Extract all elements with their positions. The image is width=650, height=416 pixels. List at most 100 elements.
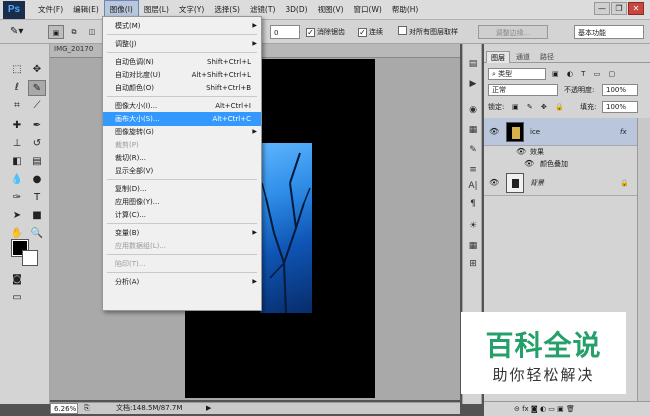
layers-tabs: 图层 通道 路径	[484, 49, 650, 63]
image-menu-item[interactable]: 变量(B) ▶	[103, 226, 261, 240]
blur-tool-icon[interactable]: 💧	[8, 172, 26, 188]
shape-tool-icon[interactable]: ■	[28, 208, 46, 224]
move-tool-icon[interactable]: ✥	[28, 62, 46, 78]
new-selection-icon[interactable]: ▣	[48, 25, 64, 39]
menu-3d[interactable]: 3D(D)	[280, 0, 312, 20]
status-arrow-icon[interactable]: ▶	[206, 403, 211, 414]
layer-name[interactable]: ice	[530, 126, 540, 138]
close-button[interactable]: ✕	[628, 2, 644, 15]
image-menu-item[interactable]: 显示全部(V)	[103, 164, 261, 178]
menu-item-shortcut: Shift+Ctrl+B	[206, 84, 251, 92]
eyedropper-tool-icon[interactable]: ⟋	[28, 98, 46, 114]
opacity-input[interactable]: 100%	[602, 84, 638, 96]
quick-select-tool-icon[interactable]: ✎▾	[10, 25, 23, 39]
brush-tool-icon[interactable]: ✒	[28, 118, 46, 134]
add-selection-icon[interactable]: ⧉	[66, 25, 82, 39]
blend-mode-select[interactable]: 正常	[488, 84, 558, 96]
layers-footer[interactable]: ⊝ fx ◙ ◐ ▭ ▣ 🗑	[484, 401, 650, 415]
effects-eye-icon[interactable]: 👁	[516, 147, 526, 156]
image-menu-item[interactable]: 计算(C)...	[103, 208, 261, 222]
lasso-tool-icon[interactable]: ℓ	[8, 80, 26, 96]
status-export-icon[interactable]: ⎘	[84, 403, 90, 414]
fx-icon[interactable]: fx	[620, 126, 627, 138]
lock-label: 锁定:	[488, 103, 505, 111]
screen-mode-icon[interactable]: ▭	[8, 290, 26, 306]
visibility-eye-icon[interactable]: 👁	[489, 178, 499, 187]
eraser-tool-icon[interactable]: ◧	[8, 154, 26, 170]
tab-layers[interactable]: 图层	[486, 51, 510, 63]
sample-all-checkbox[interactable]: 对所有图层取样	[398, 25, 458, 39]
image-menu-item[interactable]: 分析(A) ▶	[103, 275, 261, 289]
image-menu-item[interactable]: 自动色调(N) Shift+Ctrl+L	[103, 55, 261, 69]
menu-help[interactable]: 帮助(H)	[387, 0, 424, 20]
quick-mask-icon[interactable]: ◙	[8, 272, 26, 288]
image-menu-item[interactable]: 模式(M) ▶	[103, 19, 261, 33]
antialias-checkbox[interactable]: ✓ 消除锯齿	[306, 25, 345, 39]
subtract-selection-icon[interactable]: ◫	[84, 25, 100, 39]
lock-icons[interactable]: ▣ ✎ ✥ 🔒	[512, 101, 567, 113]
crop-tool-icon[interactable]: ⌗	[8, 98, 26, 114]
image-menu-item[interactable]: 自动颜色(O) Shift+Ctrl+B	[103, 81, 261, 95]
image-menu-item[interactable]: 画布大小(S)... Alt+Ctrl+C	[103, 112, 261, 126]
tolerance-input[interactable]: 0	[270, 25, 300, 39]
brush-panel-icon[interactable]: ✎	[466, 144, 480, 157]
navigator-panel-icon[interactable]: ⊞	[466, 258, 480, 271]
pen-tool-icon[interactable]: ✑	[8, 190, 26, 206]
color-overlay-eye-icon[interactable]: 👁	[524, 159, 534, 168]
layer-row-background[interactable]: 👁 背景 🔒	[484, 170, 637, 196]
filter-type-icons[interactable]: ▣ ◐ T ▭ ▢	[552, 68, 618, 80]
watermark: 百科全说 助你轻松解决	[461, 312, 626, 394]
gradient-tool-icon[interactable]: ▤	[28, 154, 46, 170]
image-menu-item[interactable]: 裁切(R)...	[103, 151, 261, 165]
history-panel-icon[interactable]: ▤	[466, 58, 480, 71]
path-select-icon[interactable]: ➤	[8, 208, 26, 224]
visibility-eye-icon[interactable]: 👁	[489, 127, 499, 136]
image-menu-item[interactable]: 调整(J) ▶	[103, 37, 261, 51]
type-tool-icon[interactable]: T	[28, 190, 46, 206]
quick-select-tool-icon[interactable]: ✎	[28, 80, 46, 96]
image-menu-item[interactable]: 自动对比度(U) Alt+Shift+Ctrl+L	[103, 68, 261, 82]
stamp-tool-icon[interactable]: ⊥	[8, 136, 26, 152]
menu-file[interactable]: 文件(F)	[33, 0, 68, 20]
healing-tool-icon[interactable]: ✚	[8, 118, 26, 134]
info-panel-icon[interactable]: ▦	[466, 240, 480, 253]
workspace-select[interactable]: 基本功能	[574, 25, 644, 39]
color-overlay-row[interactable]: 👁 颜色叠加	[484, 158, 637, 170]
image-menu-item[interactable]: 图像大小(I)... Alt+Ctrl+I	[103, 99, 261, 113]
image-menu-item[interactable]: 复制(D)...	[103, 182, 261, 196]
image-menu-item[interactable]: 应用图像(Y)...	[103, 195, 261, 209]
layer-filter-select[interactable]: ⌕ 类型	[488, 68, 546, 80]
tab-paths[interactable]: 路径	[536, 51, 558, 63]
menu-separator	[107, 179, 257, 180]
character-panel-icon[interactable]: A|	[466, 180, 480, 193]
zoom-field[interactable]: 6.26%	[50, 403, 78, 414]
menu-edit[interactable]: 编辑(E)	[68, 0, 104, 20]
menu-view[interactable]: 视图(V)	[313, 0, 349, 20]
image-menu-item[interactable]: 图像旋转(G) ▶	[103, 125, 261, 139]
background-color-swatch[interactable]	[22, 250, 38, 266]
menu-window[interactable]: 窗口(W)	[349, 0, 387, 20]
refine-edge-button[interactable]: 调整边缘...	[478, 25, 548, 39]
dodge-tool-icon[interactable]: ●	[28, 172, 46, 188]
swatches-panel-icon[interactable]: ▦	[466, 124, 480, 137]
layers-scrollbar[interactable]	[637, 118, 650, 408]
contiguous-checkbox[interactable]: ✓ 连续	[358, 25, 383, 39]
history-brush-icon[interactable]: ↺	[28, 136, 46, 152]
color-panel-icon[interactable]: ◉	[466, 104, 480, 117]
tab-channels[interactable]: 通道	[512, 51, 534, 63]
effects-row[interactable]: 👁 效果	[484, 146, 637, 158]
styles-panel-icon[interactable]: ☀	[466, 220, 480, 233]
actions-panel-icon[interactable]: ▶	[466, 78, 480, 91]
minimize-button[interactable]: —	[594, 2, 610, 15]
adjustments-panel-icon[interactable]: ≡	[466, 164, 480, 177]
restore-button[interactable]: ❐	[611, 2, 627, 15]
zoom-tool-icon[interactable]: 🔍	[28, 226, 46, 242]
paragraph-panel-icon[interactable]: ¶	[466, 198, 480, 211]
layer-row-ice[interactable]: 👁 ice fx	[484, 118, 637, 146]
marquee-tool-icon[interactable]: ⬚	[8, 62, 26, 78]
opacity-label: 不透明度:	[564, 86, 595, 94]
layer-name[interactable]: 背景	[530, 177, 544, 189]
menu-item-label: 应用数据组(L)...	[115, 242, 167, 250]
fill-input[interactable]: 100%	[602, 101, 638, 113]
contiguous-label: 连续	[369, 28, 383, 36]
